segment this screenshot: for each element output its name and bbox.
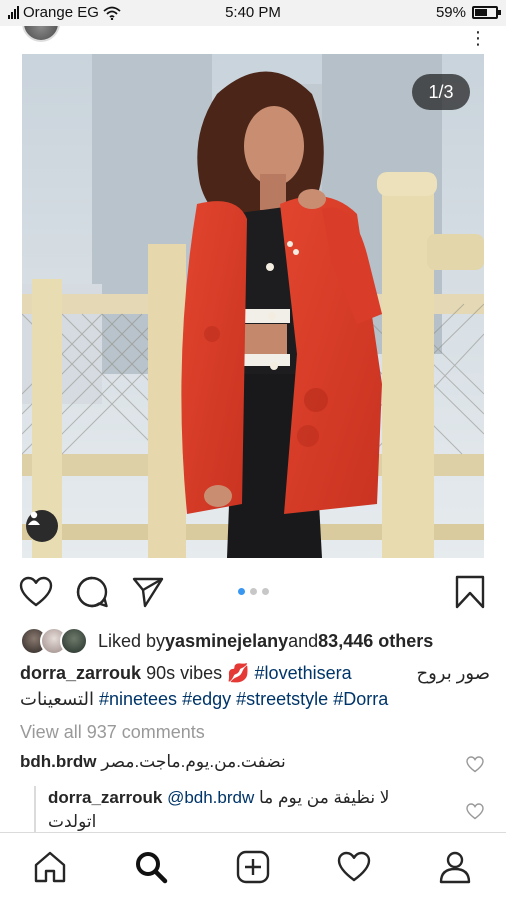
comment-like-button[interactable] xyxy=(466,803,484,821)
bookmark-icon xyxy=(455,575,485,609)
profile-icon xyxy=(439,851,471,884)
nav-home-button[interactable] xyxy=(32,849,68,885)
hashtag-link[interactable]: #lovethisera xyxy=(255,663,352,683)
post-header: ⋮ xyxy=(0,26,506,54)
save-button[interactable] xyxy=(452,574,488,610)
likes-count[interactable]: 83,446 others xyxy=(318,631,433,652)
home-icon xyxy=(34,851,66,883)
nav-profile-button[interactable] xyxy=(437,849,473,885)
clock: 5:40 PM xyxy=(225,4,281,21)
battery-percent: 59% xyxy=(435,4,466,21)
caption-arabic-text: صور بروح xyxy=(416,663,490,683)
carousel-dot xyxy=(249,588,257,595)
search-icon xyxy=(136,852,168,884)
comment-text-continued: اتولدت xyxy=(48,812,97,831)
post-photo-illustration xyxy=(22,54,484,558)
hashtag-link[interactable]: #edgy xyxy=(182,689,231,709)
person-icon xyxy=(28,511,40,525)
liked-by-user[interactable]: yasminejelany xyxy=(165,631,288,652)
battery-info: 59% xyxy=(435,4,501,21)
comment-text: لا نظيفة من يوم ما xyxy=(259,788,390,807)
comment-reply: dorra_zarrouk @bdh.brdw لا نظيفة من يوم … xyxy=(48,786,448,834)
comment-like-button[interactable] xyxy=(466,756,484,774)
hashtag-link[interactable]: #ninetees xyxy=(99,689,177,709)
activity-icon xyxy=(337,851,371,882)
heart-icon xyxy=(466,756,484,773)
status-bar: Orange EG 5:40 PM 59% xyxy=(0,0,506,26)
post-image[interactable]: 1/3 xyxy=(22,54,484,558)
comment-item: bdh.brdw نضفت.من.يوم.ماجت.مصر xyxy=(20,750,286,774)
post-actions xyxy=(0,566,506,618)
bottom-navigation xyxy=(0,832,506,900)
battery-icon xyxy=(472,6,501,19)
add-post-icon xyxy=(236,850,270,884)
likes-prefix: Liked by xyxy=(98,630,166,651)
nav-activity-button[interactable] xyxy=(336,849,372,885)
carousel-indicator xyxy=(0,588,506,595)
comment-author[interactable]: bdh.brdw xyxy=(20,752,96,771)
avatar xyxy=(60,627,88,655)
caption-arabic-text-continued: التسعينات xyxy=(20,689,94,709)
liker-avatars xyxy=(20,627,88,655)
comment-author[interactable]: dorra_zarrouk xyxy=(48,788,162,807)
nav-new-post-button[interactable] xyxy=(235,849,271,885)
comment-text: نضفت.من.يوم.ماجت.مصر xyxy=(101,752,286,771)
reply-thread-line xyxy=(34,786,36,832)
image-counter: 1/3 xyxy=(412,74,470,110)
nav-search-button[interactable] xyxy=(133,849,169,885)
hashtag-link[interactable]: #streetstyle xyxy=(236,689,328,709)
likes-connector: and xyxy=(288,630,319,651)
comment-mention[interactable]: @bdh.brdw xyxy=(167,788,254,807)
caption-text: 90s vibes 💋 xyxy=(146,663,250,683)
hashtag-link[interactable]: #Dorra xyxy=(333,689,388,709)
caption-author[interactable]: dorra_zarrouk xyxy=(20,663,141,683)
likes-summary[interactable]: Liked by yasminejelany and 83,446 others xyxy=(20,626,490,656)
author-avatar[interactable] xyxy=(22,26,60,42)
carousel-dot xyxy=(237,588,245,595)
heart-icon xyxy=(466,803,484,820)
tagged-users-button[interactable] xyxy=(26,510,58,542)
carousel-dot xyxy=(261,588,269,595)
view-all-comments-link[interactable]: View all 937 comments xyxy=(20,722,205,743)
post-caption: dorra_zarrouk 90s vibes 💋 #lovethisera ص… xyxy=(20,660,490,712)
more-options-icon[interactable]: ⋮ xyxy=(469,28,488,49)
